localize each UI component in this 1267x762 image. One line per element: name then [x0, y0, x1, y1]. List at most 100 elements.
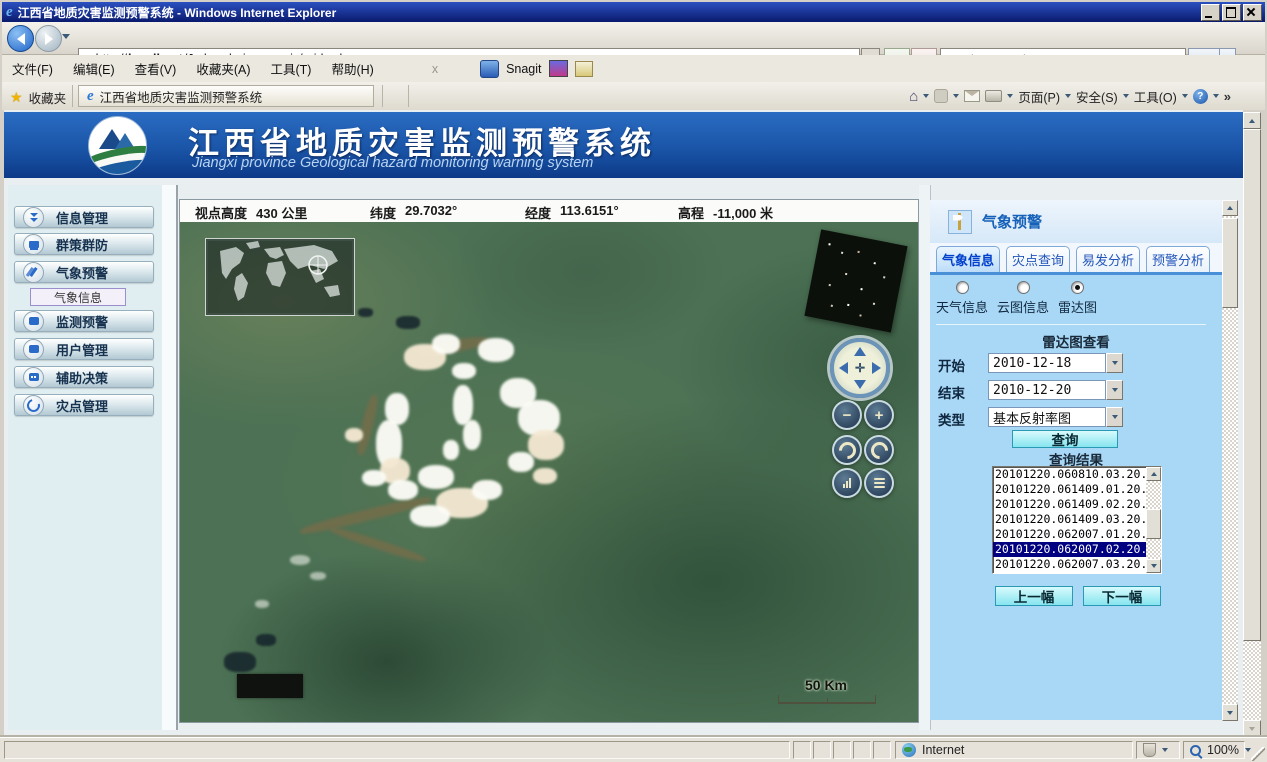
cloud-blob — [255, 600, 269, 608]
pan-compass-control[interactable]: ✛ — [830, 338, 890, 398]
sidebar-item-monitoring-warning[interactable]: 监测预警 — [14, 310, 154, 332]
list-scroll-down[interactable] — [1146, 559, 1161, 573]
tab-susceptibility-analysis[interactable]: 易发分析 — [1076, 246, 1140, 272]
menu-file[interactable]: 文件(F) — [2, 55, 63, 82]
protected-mode-cell[interactable] — [1136, 741, 1180, 759]
result-item[interactable]: 20101220.062007.02.20. — [993, 542, 1161, 557]
radio-button[interactable] — [1071, 281, 1084, 294]
result-item[interactable]: 20101220.060810.03.20. — [993, 467, 1161, 482]
satellite-map[interactable]: ✛ − + 50 Km — [180, 222, 918, 722]
menu-edit[interactable]: 编辑(E) — [63, 55, 125, 82]
radio-button[interactable] — [1017, 281, 1030, 294]
radio-cloud-image[interactable]: 云图信息 — [997, 281, 1049, 316]
result-item[interactable]: 20101220.062007.03.20. — [993, 557, 1161, 572]
previous-image-button[interactable]: 上一幅 — [995, 586, 1073, 606]
result-item[interactable]: 20101220.062007.01.20. — [993, 527, 1161, 542]
toolbar-close-icon[interactable]: x — [432, 62, 438, 76]
results-listbox[interactable]: 20101220.060810.03.20. 20101220.061409.0… — [992, 466, 1162, 574]
start-date-select[interactable]: 2010-12-18 — [988, 353, 1106, 373]
snagit-editor-icon[interactable] — [575, 61, 593, 77]
panel-title: 气象预警 — [982, 211, 1042, 232]
sidebar-item-info-management[interactable]: 信息管理 — [14, 206, 154, 228]
menu-favorites[interactable]: 收藏夹(A) — [186, 55, 260, 82]
page-tab[interactable]: e 江西省地质灾害监测预警系统 — [78, 85, 374, 107]
list-scroll-up[interactable] — [1146, 467, 1161, 481]
browser-window: e 江西省地质灾害监测预警系统 - Windows Internet Explo… — [0, 0, 1267, 762]
maximize-button[interactable] — [1222, 4, 1241, 21]
zoom-out-button[interactable]: − — [832, 400, 862, 430]
menu-view[interactable]: 查看(V) — [125, 55, 187, 82]
navigation-bar: e http://localhost/Jxdzwebgis_mapgis/gri… — [2, 22, 1265, 55]
tools-icon — [23, 262, 44, 283]
forward-button[interactable] — [35, 25, 62, 52]
close-button[interactable] — [1243, 4, 1262, 21]
result-item[interactable]: 20101220.061409.01.20. — [993, 482, 1161, 497]
page-scrollbar[interactable] — [1243, 112, 1261, 737]
query-button[interactable]: 查询 — [1012, 430, 1118, 448]
tab-hazard-query[interactable]: 灾点查询 — [1006, 246, 1070, 272]
tilt-down-button[interactable] — [864, 468, 894, 498]
pan-down-icon[interactable] — [854, 380, 866, 389]
feeds-icon[interactable] — [934, 89, 948, 103]
pan-left-icon[interactable] — [839, 362, 848, 374]
result-item[interactable]: 20101220.061409.03.20. — [993, 512, 1161, 527]
tab-warning-analysis[interactable]: 预警分析 — [1146, 246, 1210, 272]
ie-icon: e — [6, 5, 13, 19]
vscroll-down[interactable] — [1222, 704, 1238, 721]
snagit-label[interactable]: Snagit — [506, 62, 541, 76]
rotate-ccw-button[interactable] — [832, 435, 862, 465]
tab-weather-info[interactable]: 气象信息 — [936, 246, 1000, 272]
start-date-dropdown[interactable] — [1106, 353, 1123, 373]
mail-icon[interactable] — [964, 90, 980, 102]
list-scroll-thumb[interactable] — [1146, 509, 1161, 539]
sidebar-splitter[interactable] — [176, 185, 178, 730]
print-icon[interactable] — [985, 90, 1002, 102]
home-icon[interactable]: ⌂ — [909, 88, 918, 105]
radio-button[interactable] — [956, 281, 969, 294]
history-dropdown[interactable] — [62, 34, 70, 39]
resize-grip[interactable] — [1251, 747, 1265, 761]
sidebar-item-hazard-point-management[interactable]: 灾点管理 — [14, 394, 154, 416]
page-menu[interactable]: 页面(P) — [1018, 87, 1060, 106]
type-select[interactable]: 基本反射率图 — [988, 407, 1106, 427]
end-date-dropdown[interactable] — [1106, 380, 1123, 400]
page-scroll-down[interactable] — [1243, 720, 1261, 737]
sidebar-item-mass-monitoring[interactable]: 群策群防 — [14, 233, 154, 255]
snagit-capture-icon[interactable] — [549, 60, 568, 77]
zoom-in-button[interactable]: + — [864, 400, 894, 430]
next-image-button[interactable]: 下一幅 — [1083, 586, 1161, 606]
result-item[interactable]: 20101220.061409.02.20. — [993, 497, 1161, 512]
radio-weather-info[interactable]: 天气信息 — [936, 281, 988, 316]
minimize-button[interactable] — [1201, 4, 1220, 21]
page-scroll-up[interactable] — [1243, 112, 1261, 129]
sidebar-item-user-management[interactable]: 用户管理 — [14, 338, 154, 360]
sidebar-subitem-weather-info[interactable]: 气象信息 — [30, 288, 126, 306]
menu-tools[interactable]: 工具(T) — [260, 55, 321, 82]
tools-menu[interactable]: 工具(O) — [1134, 87, 1177, 106]
sidebar-item-decision-support[interactable]: 辅助决策 — [14, 366, 154, 388]
page-scroll-thumb[interactable] — [1243, 129, 1261, 641]
vscroll-thumb[interactable] — [1222, 218, 1238, 308]
menu-help[interactable]: 帮助(H) — [321, 55, 383, 82]
radio-radar-image[interactable]: 雷达图 — [1058, 281, 1097, 316]
favorites-label[interactable]: 收藏夹 — [29, 88, 67, 107]
pan-right-icon[interactable] — [872, 362, 881, 374]
list-scrollbar[interactable] — [1146, 467, 1161, 573]
pan-up-icon[interactable] — [854, 347, 866, 356]
panel-vertical-scrollbar[interactable] — [1222, 200, 1238, 721]
safety-menu[interactable]: 安全(S) — [1076, 87, 1118, 106]
overview-world-map[interactable] — [205, 238, 355, 316]
favorites-star-icon[interactable]: ★ — [10, 89, 23, 106]
security-zone-cell: Internet — [895, 741, 1133, 759]
tilt-up-button[interactable] — [832, 468, 862, 498]
zoom-cell[interactable]: 100% — [1183, 741, 1245, 759]
rotate-cw-button[interactable] — [864, 435, 894, 465]
type-dropdown[interactable] — [1106, 407, 1123, 427]
sidebar-item-weather-warning[interactable]: 气象预警 — [14, 261, 154, 283]
help-icon[interactable]: ? — [1193, 89, 1208, 104]
vscroll-up[interactable] — [1222, 200, 1238, 216]
overflow-chevron[interactable]: » — [1224, 89, 1231, 104]
snagit-icon[interactable] — [480, 60, 499, 78]
end-date-select[interactable]: 2010-12-20 — [988, 380, 1106, 400]
back-button[interactable] — [7, 25, 34, 52]
